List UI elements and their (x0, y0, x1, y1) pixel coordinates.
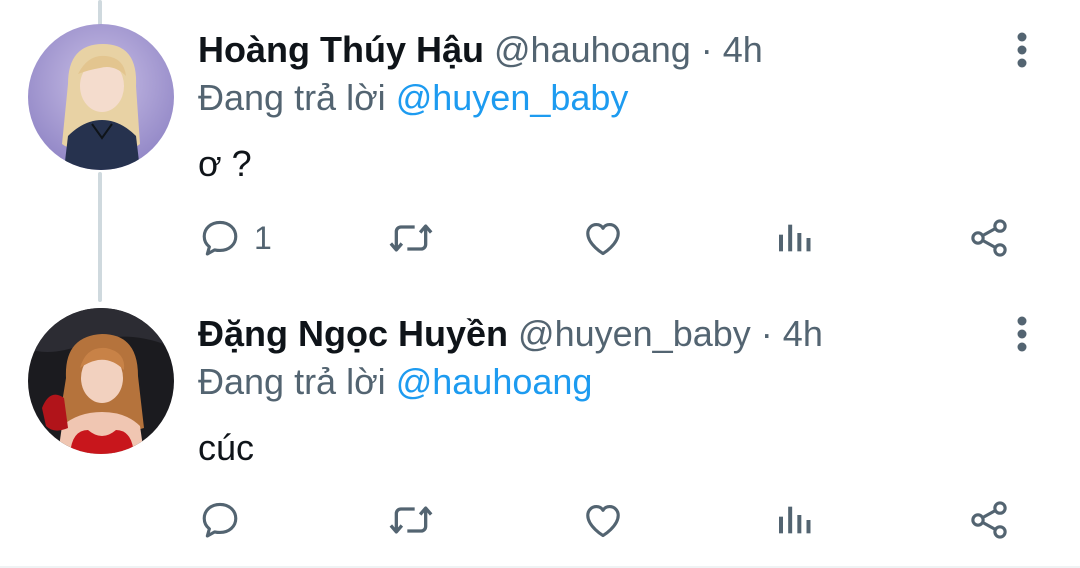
tweet-actions (0, 490, 1080, 550)
views-button[interactable] (774, 208, 814, 268)
retweet-button[interactable] (386, 208, 436, 268)
share-icon (971, 501, 1007, 539)
views-button[interactable] (774, 490, 814, 550)
reply-mention-link[interactable]: @huyen_baby (396, 77, 629, 118)
tweet-header: Đặng Ngọc Huyền @huyen_baby · 4h (198, 310, 823, 358)
views-icon (779, 224, 811, 252)
author-handle[interactable]: @huyen_baby (518, 313, 751, 354)
avatar-image (28, 24, 174, 170)
replying-to: Đang trả lời @hauhoang (198, 358, 592, 406)
tweet[interactable]: Hoàng Thúy Hậu @hauhoang · 4h Đang trả l… (0, 0, 1080, 290)
timestamp[interactable]: 4h (723, 29, 763, 70)
views-icon (779, 506, 811, 534)
tweet-actions: 1 (0, 208, 1080, 268)
reply-button[interactable] (198, 490, 254, 550)
replying-to-label: Đang trả lời (198, 361, 386, 402)
retweet-button[interactable] (386, 490, 436, 550)
more-vertical-icon[interactable] (1004, 26, 1040, 74)
share-icon (971, 219, 1007, 257)
reply-button[interactable]: 1 (198, 208, 272, 268)
author-name[interactable]: Đặng Ngọc Huyền (198, 313, 508, 354)
like-button[interactable] (580, 208, 626, 268)
more-vertical-icon[interactable] (1004, 310, 1040, 358)
author-name[interactable]: Hoàng Thúy Hậu (198, 29, 484, 70)
reply-mention-link[interactable]: @hauhoang (396, 361, 593, 402)
reply-count: 1 (254, 219, 272, 256)
like-icon (586, 223, 620, 256)
comment-icon (202, 502, 238, 538)
share-button[interactable] (966, 208, 1012, 268)
timestamp[interactable]: 4h (783, 313, 823, 354)
share-button[interactable] (966, 490, 1012, 550)
tweet-text: cúc (198, 427, 255, 468)
replying-to: Đang trả lời @huyen_baby (198, 74, 628, 122)
tweet[interactable]: Đặng Ngọc Huyền @huyen_baby · 4h Đang tr… (0, 290, 1080, 568)
avatar[interactable] (28, 24, 174, 170)
avatar[interactable] (28, 308, 174, 454)
like-icon (586, 505, 620, 538)
like-button[interactable] (580, 490, 626, 550)
separator-dot: · (760, 313, 773, 354)
tweet-text: ơ ? (198, 143, 252, 184)
author-handle[interactable]: @hauhoang (494, 29, 691, 70)
separator-dot: · (700, 29, 713, 70)
tweet-header: Hoàng Thúy Hậu @hauhoang · 4h (198, 26, 763, 74)
retweet-icon (389, 506, 433, 534)
replying-to-label: Đang trả lời (198, 77, 386, 118)
retweet-icon (389, 224, 433, 252)
comment-icon (202, 220, 238, 256)
avatar-image (28, 308, 174, 454)
